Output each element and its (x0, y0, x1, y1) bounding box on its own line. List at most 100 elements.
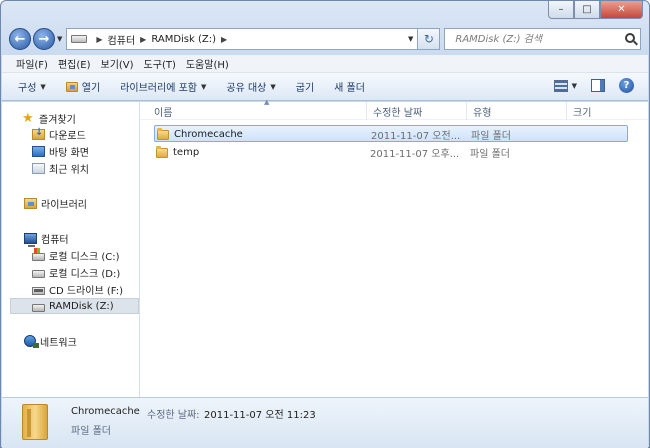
column-size-label: 크기 (573, 107, 592, 119)
include-library-button[interactable]: 라이브러리에 포함 ▼ (120, 79, 206, 95)
nav-drive-c-label: 로컬 디스크 (C:) (49, 251, 120, 263)
forward-button[interactable]: → (33, 28, 55, 50)
menu-tools[interactable]: 도구(T) (144, 56, 176, 71)
hard-drive-icon (32, 303, 45, 312)
column-header-row: 이름 ▲ 수정한 날짜 유형 크기 (140, 98, 650, 120)
nav-recent[interactable]: 최근 위치 (32, 160, 139, 176)
file-name-cell: Chromecache (157, 127, 367, 142)
folder-icon (157, 127, 169, 140)
menu-help[interactable]: 도움말(H) (186, 56, 229, 71)
address-dropdown[interactable]: ▼ (408, 35, 413, 43)
nav-computer-label: 컴퓨터 (41, 234, 69, 246)
file-size-cell (570, 145, 620, 160)
cd-drive-icon (32, 286, 45, 295)
nav-drive-c[interactable]: 로컬 디스크 (C:) (32, 247, 139, 263)
file-type-cell: 파일 폴더 (470, 149, 510, 160)
view-controls: ▼ ? (553, 78, 634, 93)
breadcrumb-computer[interactable]: 컴퓨터 (108, 32, 136, 47)
nav-desktop-label: 바탕 화면 (49, 147, 89, 159)
column-name[interactable]: 이름 ▲ (148, 98, 366, 120)
recent-pages-dropdown[interactable]: ▼ (57, 35, 62, 43)
nav-favorites[interactable]: ★ 즐겨찾기 (22, 110, 139, 126)
nav-drive-d-label: 로컬 디스크 (D:) (49, 268, 121, 280)
folder-icon (22, 404, 48, 440)
file-name-cell: temp (156, 145, 366, 160)
downloads-icon (32, 127, 45, 140)
nav-drive-z[interactable]: RAMDisk (Z:) (10, 298, 139, 314)
new-folder-button[interactable]: 새 폴더 (334, 79, 365, 94)
file-row-temp[interactable]: temp 2011-11-07 오후... 파일 폴더 (154, 144, 628, 161)
refresh-icon: ↻ (423, 32, 434, 46)
menu-bar: 파일(F) 편집(E) 보기(V) 도구(T) 도움말(H) (2, 55, 648, 73)
back-arrow-icon: ← (14, 31, 26, 47)
system-drive-icon (32, 247, 45, 261)
open-folder-icon (65, 81, 78, 92)
file-row-chromecache[interactable]: Chromecache 2011-11-07 오전... 파일 폴더 (154, 125, 628, 142)
organize-label: 구성 (18, 83, 37, 94)
nav-downloads[interactable]: 다운로드 (32, 126, 139, 142)
menu-file[interactable]: 파일(F) (16, 56, 48, 71)
star-icon: ★ (22, 110, 34, 126)
address-bar[interactable]: ▶ 컴퓨터 ▶ RAMDisk (Z:) ▶ ▼ (66, 28, 419, 50)
details-modified-value: 2011-11-07 오전 11:23 (204, 410, 316, 421)
chevron-right-icon[interactable]: ▶ (96, 35, 102, 44)
help-icon[interactable]: ? (619, 78, 634, 93)
breadcrumb-ramdisk[interactable]: RAMDisk (Z:) (151, 34, 216, 45)
details-modified-label: 수정한 날짜: (147, 410, 200, 421)
forward-arrow-icon: → (38, 31, 50, 47)
search-icon[interactable] (625, 33, 635, 43)
view-options-icon[interactable] (553, 79, 568, 92)
column-type-label: 유형 (473, 107, 492, 119)
organize-button[interactable]: 구성 ▼ (18, 79, 46, 95)
nav-downloads-label: 다운로드 (49, 130, 86, 142)
search-box[interactable] (444, 28, 641, 50)
file-list[interactable]: 이름 ▲ 수정한 날짜 유형 크기 Chromecache 2011-11-07… (140, 98, 650, 397)
view-dropdown[interactable]: ▼ (572, 82, 577, 90)
column-size[interactable]: 크기 (566, 102, 650, 120)
chevron-right-icon[interactable]: ▶ (221, 35, 227, 44)
sort-ascending-icon: ▲ (264, 98, 270, 106)
column-type[interactable]: 유형 (466, 102, 566, 120)
details-name: Chromecache (71, 406, 140, 417)
nav-libraries[interactable]: 라이브러리 (24, 195, 139, 211)
address-row: ← → ▼ ▶ 컴퓨터 ▶ RAMDisk (Z:) ▶ ▼ ↻ (9, 27, 641, 51)
file-name: Chromecache (174, 129, 243, 140)
chevron-down-icon: ▼ (40, 82, 46, 91)
network-icon (24, 335, 39, 348)
new-folder-label: 새 폴더 (334, 83, 365, 94)
file-type-cell: 파일 폴더 (471, 131, 511, 142)
close-button[interactable]: ✕ (600, 1, 643, 19)
nav-computer[interactable]: 컴퓨터 (24, 230, 139, 247)
menu-edit[interactable]: 편집(E) (58, 56, 91, 71)
open-button[interactable]: 열기 (65, 79, 101, 94)
nav-drive-f-label: CD 드라이브 (F:) (49, 285, 123, 297)
nav-network-label: 네트워크 (40, 337, 77, 349)
open-label: 열기 (81, 83, 101, 94)
recent-places-icon (32, 162, 45, 174)
nav-drive-d[interactable]: 로컬 디스크 (D:) (32, 264, 139, 280)
minimize-button[interactable]: – (548, 1, 574, 19)
column-modified[interactable]: 수정한 날짜 (366, 102, 466, 120)
explorer-window: – □ ✕ ← → ▼ ▶ 컴퓨터 ▶ RAMDisk (Z:) ▶ ▼ ↻ 파… (0, 0, 650, 448)
share-with-label: 공유 대상 (226, 83, 267, 94)
nav-network[interactable]: 네트워크 (24, 333, 139, 349)
back-button[interactable]: ← (9, 28, 31, 50)
burn-button[interactable]: 굽기 (296, 79, 314, 94)
nav-drive-f[interactable]: CD 드라이브 (F:) (32, 281, 139, 297)
computer-icon (24, 232, 37, 247)
menu-view[interactable]: 보기(V) (101, 56, 134, 71)
chevron-right-icon[interactable]: ▶ (140, 35, 146, 44)
nav-libraries-label: 라이브러리 (41, 199, 87, 211)
maximize-button[interactable]: □ (574, 1, 600, 19)
column-modified-label: 수정한 날짜 (373, 107, 423, 119)
share-with-button[interactable]: 공유 대상 ▼ (226, 79, 275, 95)
refresh-button[interactable]: ↻ (418, 28, 441, 50)
preview-pane-icon[interactable] (591, 79, 605, 92)
libraries-icon (24, 197, 37, 209)
search-input[interactable] (455, 33, 616, 45)
nav-desktop[interactable]: 바탕 화면 (32, 143, 139, 159)
details-pane: Chromecache 수정한 날짜: 2011-11-07 오전 11:23 … (2, 397, 648, 448)
include-library-label: 라이브러리에 포함 (120, 83, 197, 94)
navigation-pane[interactable]: ★ 즐겨찾기 다운로드 바탕 화면 최근 위치 라이브러리 컴퓨터 (2, 102, 140, 397)
caption-buttons: – □ ✕ (548, 1, 643, 19)
